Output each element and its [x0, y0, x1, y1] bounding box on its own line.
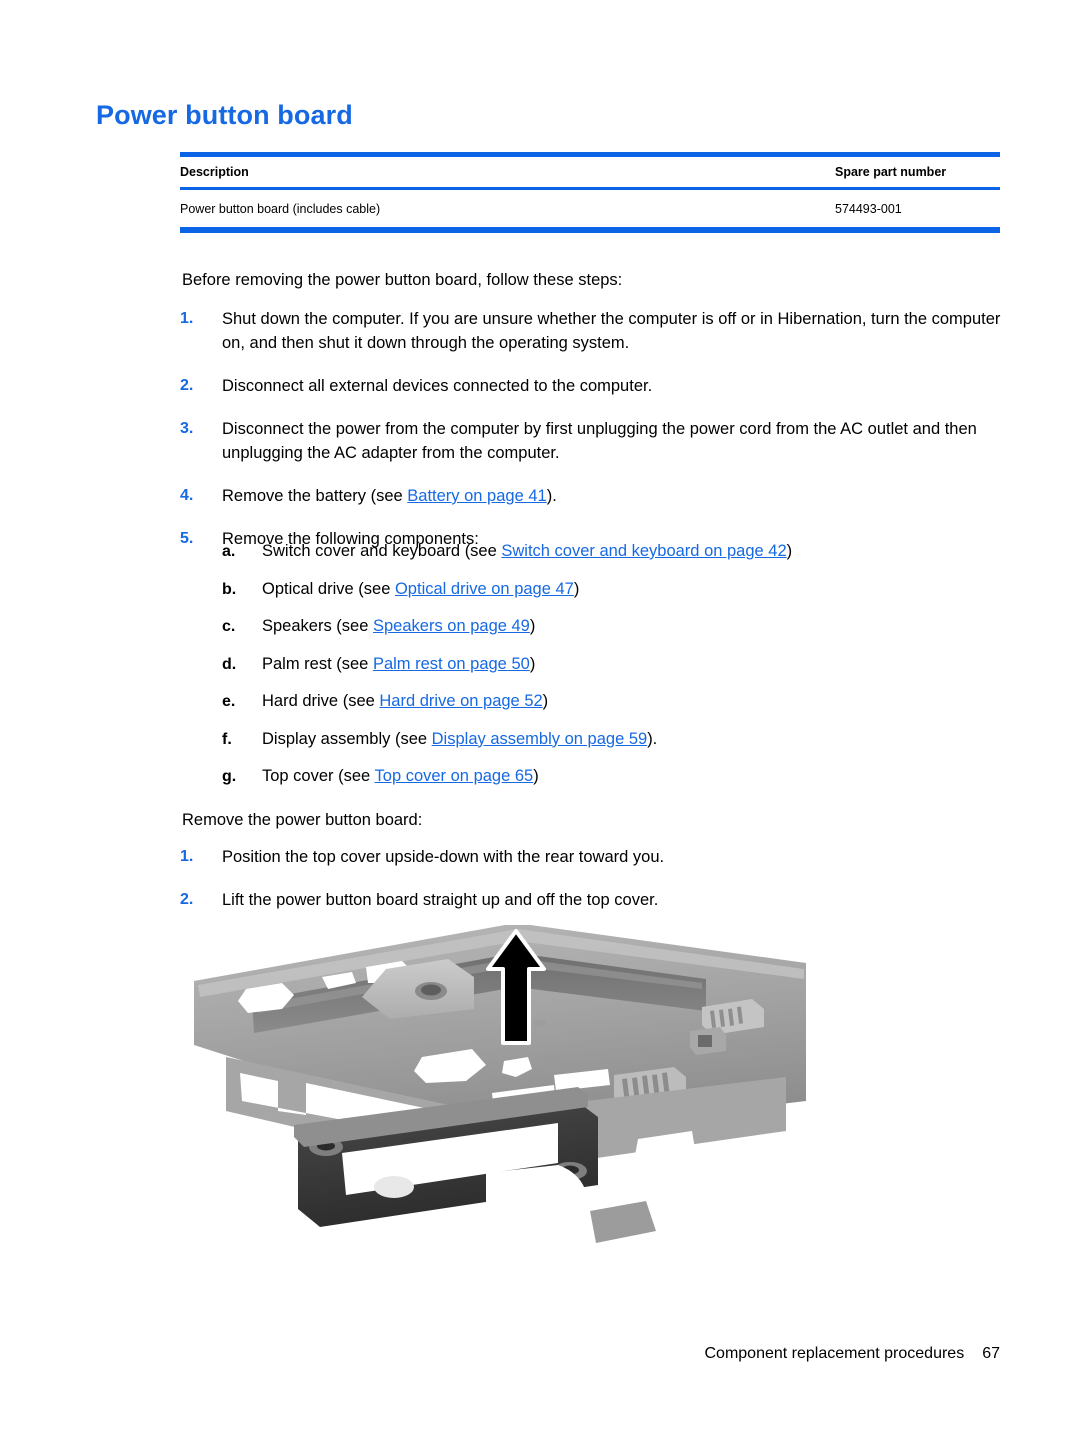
list-marker: b.	[222, 580, 237, 598]
text-after-link: )	[529, 654, 536, 673]
list-marker: f.	[222, 730, 232, 748]
list-item: c. Speakers (see Speakers on page 49)	[222, 615, 1002, 638]
list-marker: e.	[222, 693, 236, 710]
cross-reference-link-display-assembly[interactable]: Display assembly on page 59	[432, 730, 648, 748]
list-item-text: Hard drive (see Hard drive on page 52)	[262, 690, 1002, 713]
list-item: 2. Disconnect all external devices conne…	[180, 374, 1002, 398]
document-page: Power button board Description Spare par…	[0, 0, 1080, 1437]
list-item-text: Remove the battery (see Battery on page …	[222, 484, 1002, 508]
list-marker: 4.	[180, 487, 194, 504]
text-before-link: Top cover (see	[262, 767, 375, 785]
cross-reference-link-hard-drive[interactable]: Hard drive on page 52	[379, 692, 542, 710]
top-cover-illustration	[194, 925, 806, 1243]
list-item: a. Switch cover and keyboard (see Switch…	[222, 540, 1002, 563]
list-marker: 2.	[180, 377, 194, 394]
table-row: Power button board (includes cable) 5744…	[180, 190, 1000, 227]
text-before-link: Switch cover and keyboard (see	[262, 542, 502, 560]
text-after-link: )	[573, 579, 580, 598]
footer-page-number: 67	[982, 1345, 1000, 1362]
cross-reference-link-switch-cover-and-keyboard[interactable]: Switch cover and keyboard on page 42	[501, 542, 786, 560]
list-item: 3. Disconnect the power from the compute…	[180, 417, 1002, 465]
list-item: 2. Lift the power button board straight …	[180, 888, 1002, 912]
column-header-description: Description	[180, 165, 249, 179]
text-before-link: Remove the battery (see	[222, 487, 408, 505]
list-marker: 1.	[180, 848, 194, 865]
column-header-spare-part-number: Spare part number	[835, 165, 947, 179]
list-item-text: Display assembly (see Display assembly o…	[262, 728, 1002, 751]
text-after-link: )	[529, 617, 536, 635]
spare-parts-table: Description Spare part number Power butt…	[180, 152, 1000, 233]
list-item-text: Palm rest (see Palm rest on page 50)	[262, 653, 1002, 676]
text-after-link: )	[542, 692, 549, 710]
list-item: 1. Shut down the computer. If you are un…	[180, 307, 1002, 355]
text-before-link: Display assembly (see	[262, 729, 432, 748]
list-item: g. Top cover (see Top cover on page 65)	[222, 765, 1002, 788]
list-marker: 2.	[180, 891, 194, 908]
table-rule-bottom	[180, 227, 1000, 233]
list-item-text: Switch cover and keyboard (see Switch co…	[262, 540, 1002, 563]
cross-reference-link-top-cover[interactable]: Top cover on page 65	[375, 767, 534, 785]
text-before-link: Optical drive (see	[262, 579, 395, 598]
list-item-text: Speakers (see Speakers on page 49)	[262, 615, 1002, 638]
list-item-text: Disconnect all external devices connecte…	[222, 377, 653, 395]
list-item: 4. Remove the battery (see Battery on pa…	[180, 484, 1002, 508]
list-item-text: Optical drive (see Optical drive on page…	[262, 578, 1002, 601]
list-item-text: Top cover (see Top cover on page 65)	[262, 765, 1002, 788]
cell-description: Power button board (includes cable)	[180, 201, 381, 216]
cell-spare-part-number: 574493-001	[835, 201, 902, 216]
list-marker: g.	[222, 768, 237, 785]
list-item-text: Lift the power button board straight up …	[222, 891, 659, 909]
text-before-link: Hard drive (see	[262, 692, 380, 710]
list-item: b. Optical drive (see Optical drive on p…	[222, 578, 1002, 601]
list-marker: 1.	[180, 310, 194, 327]
page-footer: Component replacement procedures 67	[0, 1345, 1001, 1363]
list-item-text: Shut down the computer. If you are unsur…	[222, 310, 1001, 352]
cross-reference-link-palm-rest[interactable]: Palm rest on page 50	[373, 655, 530, 673]
table-header-row: Description Spare part number	[180, 157, 1000, 187]
list-item: d. Palm rest (see Palm rest on page 50)	[222, 653, 1002, 676]
list-marker: a.	[222, 543, 236, 560]
components-sublist: a. Switch cover and keyboard (see Switch…	[222, 540, 1002, 803]
text-after-link: ).	[647, 729, 658, 748]
text-after-link: )	[533, 767, 539, 785]
list-marker: 3.	[180, 420, 194, 437]
text-before-link: Palm rest (see	[262, 654, 373, 673]
text-before-link: Speakers (see	[262, 617, 373, 635]
footer-label: Component replacement procedures	[704, 1345, 965, 1362]
removal-lead-paragraph: Remove the power button board:	[182, 811, 423, 829]
preparation-steps-list: 1. Shut down the computer. If you are un…	[180, 307, 1002, 570]
figure-power-button-board-removal	[186, 925, 806, 1300]
page-title: Power button board	[96, 100, 353, 130]
cross-reference-link-battery[interactable]: Battery on page 41	[407, 487, 546, 505]
list-item: f. Display assembly (see Display assembl…	[222, 728, 1002, 751]
list-item: e. Hard drive (see Hard drive on page 52…	[222, 690, 1002, 713]
text-after-link: )	[786, 542, 793, 560]
removal-steps-list: 1. Position the top cover upside-down wi…	[180, 845, 1002, 931]
list-marker: 5.	[180, 530, 194, 547]
list-marker: c.	[222, 618, 236, 635]
cross-reference-link-optical-drive[interactable]: Optical drive on page 47	[395, 580, 574, 598]
list-item-text: Disconnect the power from the computer b…	[222, 420, 977, 462]
corner-cutout	[486, 1165, 656, 1243]
list-item-text: Position the top cover upside-down with …	[222, 848, 665, 866]
list-marker: d.	[222, 655, 237, 673]
intro-paragraph: Before removing the power button board, …	[182, 271, 623, 289]
text-after-link: ).	[546, 487, 557, 505]
list-item: 1. Position the top cover upside-down wi…	[180, 845, 1002, 869]
cross-reference-link-speakers[interactable]: Speakers on page 49	[373, 617, 530, 635]
